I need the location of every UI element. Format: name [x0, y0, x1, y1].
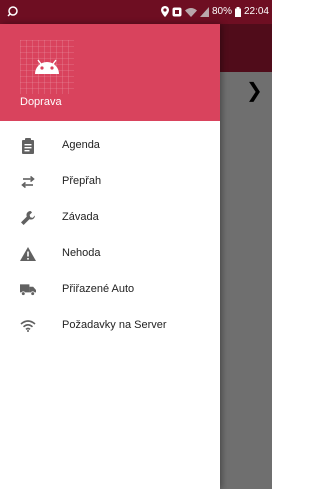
- truck-icon: [20, 282, 36, 298]
- battery-icon: [234, 6, 241, 17]
- alarm-icon: [172, 7, 182, 16]
- navigation-drawer: Doprava Agenda Přepřah Závada Nehoda Při…: [0, 24, 220, 489]
- location-icon: [160, 6, 169, 17]
- drawer-header: Doprava: [0, 24, 220, 121]
- menu-item-nehoda[interactable]: Nehoda: [0, 236, 220, 272]
- menu-item-zavada[interactable]: Závada: [0, 200, 220, 236]
- notification-icon: [7, 6, 18, 17]
- status-bar: 80% 22:04: [0, 0, 272, 24]
- menu-item-label: Požadavky na Server: [62, 319, 167, 331]
- battery-percent: 80%: [211, 6, 232, 17]
- menu-item-prirazene-auto[interactable]: Přiřazené Auto: [0, 272, 220, 308]
- clipboard-icon: [20, 138, 36, 154]
- menu-item-agenda[interactable]: Agenda: [0, 128, 220, 164]
- warning-icon: [20, 246, 36, 262]
- menu-item-label: Agenda: [62, 139, 100, 151]
- cell-signal-icon: [199, 6, 209, 17]
- menu-item-label: Nehoda: [62, 247, 101, 259]
- status-bar-right: 80% 22:04: [160, 6, 269, 17]
- drawer-header-title: Doprava: [20, 96, 62, 108]
- menu-item-preprah[interactable]: Přepřah: [0, 164, 220, 200]
- android-icon: [20, 40, 74, 94]
- menu-item-label: Přepřah: [62, 175, 102, 187]
- wifi-signal-icon: [184, 7, 197, 17]
- drawer-menu: Agenda Přepřah Závada Nehoda Přiřazené A…: [0, 128, 220, 344]
- swap-arrows-icon: [20, 174, 36, 190]
- menu-item-label: Závada: [62, 211, 99, 223]
- wrench-icon: [20, 210, 36, 226]
- clock-time: 22:04: [243, 6, 269, 17]
- menu-item-pozadavky-na-server[interactable]: Požadavky na Server: [0, 308, 220, 344]
- menu-item-label: Přiřazené Auto: [62, 283, 135, 295]
- wifi-icon: [20, 318, 36, 334]
